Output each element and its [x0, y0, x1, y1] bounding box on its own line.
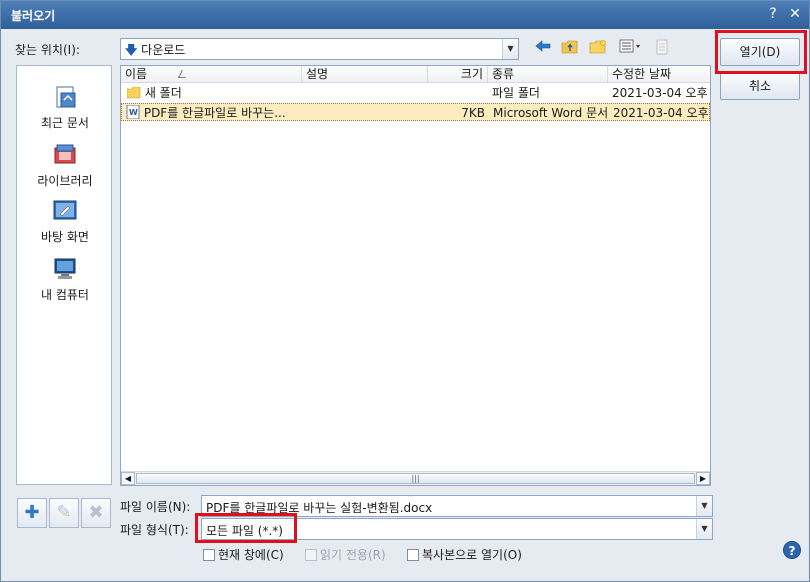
file-list[interactable]: 이름 ㄥ 설명 크기 종류 수정한 날짜 새 폴더 파일 폴더 2021-03-…	[120, 65, 711, 486]
place-library[interactable]: 라이브러리	[17, 142, 113, 189]
file-size: 7KB	[461, 106, 485, 120]
new-folder-icon	[589, 40, 606, 54]
document-properties-icon	[656, 39, 668, 55]
chevron-down-icon[interactable]: ▼	[696, 519, 712, 539]
column-header-name[interactable]: 이름 ㄥ	[121, 66, 302, 83]
checkbox-label: 현재 창에(C)	[218, 548, 284, 562]
look-in-value: 다운로드	[141, 43, 186, 57]
file-row[interactable]: 새 폴더 파일 폴더 2021-03-04 오후 2	[121, 84, 710, 102]
view-menu-button[interactable]	[617, 39, 645, 59]
library-icon	[52, 142, 78, 168]
help-icon[interactable]: ?	[783, 541, 801, 559]
place-label: 라이브러리	[37, 174, 93, 188]
scroll-thumb[interactable]: |||	[136, 473, 695, 484]
highlight-open-button	[715, 30, 807, 74]
file-name: PDF를 한글파일로 바꾸는...	[143, 106, 286, 120]
checkbox-label: 읽기 전용(R)	[320, 548, 386, 562]
place-label: 바탕 화면	[41, 230, 89, 244]
dialog-title: 불러오기	[11, 9, 56, 23]
file-type: 파일 폴더	[492, 86, 540, 100]
place-recent-documents[interactable]: 최근 문서	[17, 84, 113, 131]
look-in-combo[interactable]: 🡇 다운로드 ▼	[120, 38, 519, 60]
title-bar: 불러오기 ? ✕	[1, 1, 809, 29]
column-header-size[interactable]: 크기	[428, 66, 488, 83]
place-label: 최근 문서	[41, 116, 89, 130]
chevron-down-icon[interactable]: ▼	[502, 39, 518, 59]
places-bar: 최근 문서 라이브러리 바탕 화면 내 컴퓨터	[16, 65, 112, 485]
scroll-left-button[interactable]: ◀	[121, 472, 135, 485]
chevron-down-icon[interactable]: ▼	[696, 496, 712, 516]
cancel-button[interactable]: 취소	[720, 72, 800, 100]
look-in-label: 찾는 위치(I):	[15, 43, 80, 57]
place-my-computer[interactable]: 내 컴퓨터	[17, 256, 113, 303]
checkbox-box	[305, 549, 317, 561]
edit-place-button[interactable]: ✎	[49, 498, 79, 528]
delete-icon: ✖	[88, 502, 104, 523]
read-only-checkbox[interactable]: 읽기 전용(R)	[305, 546, 386, 563]
file-size	[428, 84, 488, 102]
sort-ascending-icon: ㄥ	[176, 70, 187, 81]
column-header-description[interactable]: 설명	[302, 66, 428, 83]
up-folder-button[interactable]	[559, 39, 581, 59]
file-type: Microsoft Word 문서	[493, 106, 609, 120]
back-button[interactable]	[532, 39, 554, 59]
open-dialog: 불러오기 ? ✕ 찾는 위치(I): 🡇 다운로드 ▼ 최근 문서 라이브러리 …	[0, 0, 810, 582]
file-list-header: 이름 ㄥ 설명 크기 종류 수정한 날짜	[121, 66, 710, 83]
recent-documents-icon	[52, 84, 78, 110]
checkbox-label: 복사본으로 열기(O)	[422, 548, 522, 562]
plus-icon: ✚	[24, 502, 40, 523]
horizontal-scrollbar[interactable]: ◀ ||| ▶	[121, 471, 710, 485]
file-type-label: 파일 형식(T):	[120, 523, 189, 537]
checkbox-box	[203, 549, 215, 561]
file-name-label: 파일 이름(N):	[120, 500, 191, 514]
current-window-checkbox[interactable]: 현재 창에(C)	[203, 546, 284, 563]
file-name: 새 폴더	[144, 86, 182, 100]
word-document-icon: W	[126, 104, 140, 120]
checkbox-box	[407, 549, 419, 561]
back-arrow-icon	[535, 40, 551, 52]
folder-icon	[126, 86, 141, 99]
computer-icon	[52, 256, 78, 282]
file-modified: 2021-03-04 오후 2	[613, 106, 711, 120]
up-folder-icon	[561, 40, 578, 54]
place-label: 내 컴퓨터	[41, 288, 89, 302]
svg-text:W: W	[129, 108, 138, 117]
column-header-type[interactable]: 종류	[488, 66, 608, 83]
column-header-modified[interactable]: 수정한 날짜	[608, 66, 710, 83]
download-arrow-icon: 🡇	[125, 43, 138, 57]
close-button[interactable]: ✕	[787, 5, 803, 23]
properties-button[interactable]	[651, 39, 673, 59]
help-title-button[interactable]: ?	[765, 5, 781, 23]
delete-place-button[interactable]: ✖	[81, 498, 111, 528]
place-desktop[interactable]: 바탕 화면	[17, 198, 113, 245]
scroll-right-button[interactable]: ▶	[696, 472, 710, 485]
file-modified: 2021-03-04 오후 2	[612, 86, 710, 100]
new-folder-button[interactable]	[587, 39, 609, 59]
add-place-button[interactable]: ✚	[17, 498, 47, 528]
highlight-file-type	[195, 513, 297, 543]
view-list-icon	[619, 39, 640, 53]
pencil-icon: ✎	[56, 502, 72, 523]
open-copy-checkbox[interactable]: 복사본으로 열기(O)	[407, 546, 522, 563]
file-row-selected[interactable]: W PDF를 한글파일로 바꾸는... 7KB Microsoft Word 문…	[121, 103, 710, 121]
desktop-icon	[52, 198, 78, 224]
